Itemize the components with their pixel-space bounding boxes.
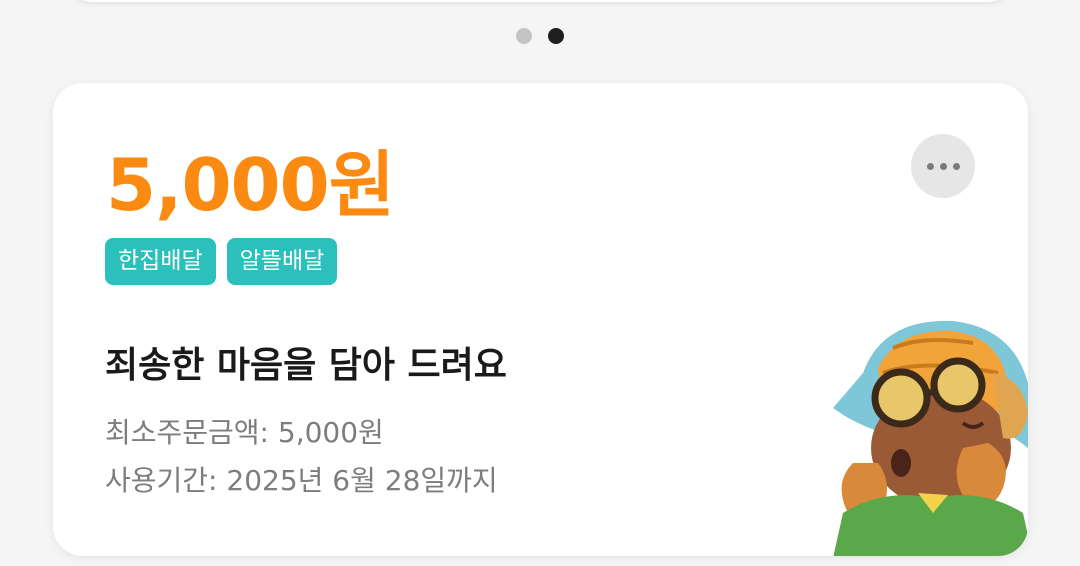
delivery-type-tags: 한집배달 알뜰배달: [105, 238, 338, 285]
more-horizontal-icon: [939, 162, 947, 170]
min-order-amount: 최소주문금액: 5,000원: [105, 416, 384, 449]
previous-coupon-card[interactable]: [65, 0, 1015, 2]
usage-period: 사용기간: 2025년 6월 28일까지: [105, 464, 498, 497]
more-options-button[interactable]: [911, 134, 975, 198]
mascot-character-icon: [833, 320, 1028, 556]
more-horizontal-icon: [952, 162, 960, 170]
more-horizontal-icon: [926, 162, 934, 170]
tag-alddeul-delivery: 알뜰배달: [226, 238, 338, 285]
coupon-amount: 5,000원: [106, 143, 395, 227]
carousel-indicator: [0, 28, 1080, 44]
tag-hanjip-delivery: 한집배달: [105, 238, 216, 285]
coupon-headline: 죄송한 마음을 담아 드려요: [105, 345, 507, 386]
coupon-card[interactable]: 5,000원 한집배달 알뜰배달 죄송한 마음을 담아 드려요 최소주문금액: …: [53, 83, 1028, 556]
carousel-dot-1[interactable]: [516, 28, 532, 44]
carousel-dot-2[interactable]: [548, 28, 564, 44]
